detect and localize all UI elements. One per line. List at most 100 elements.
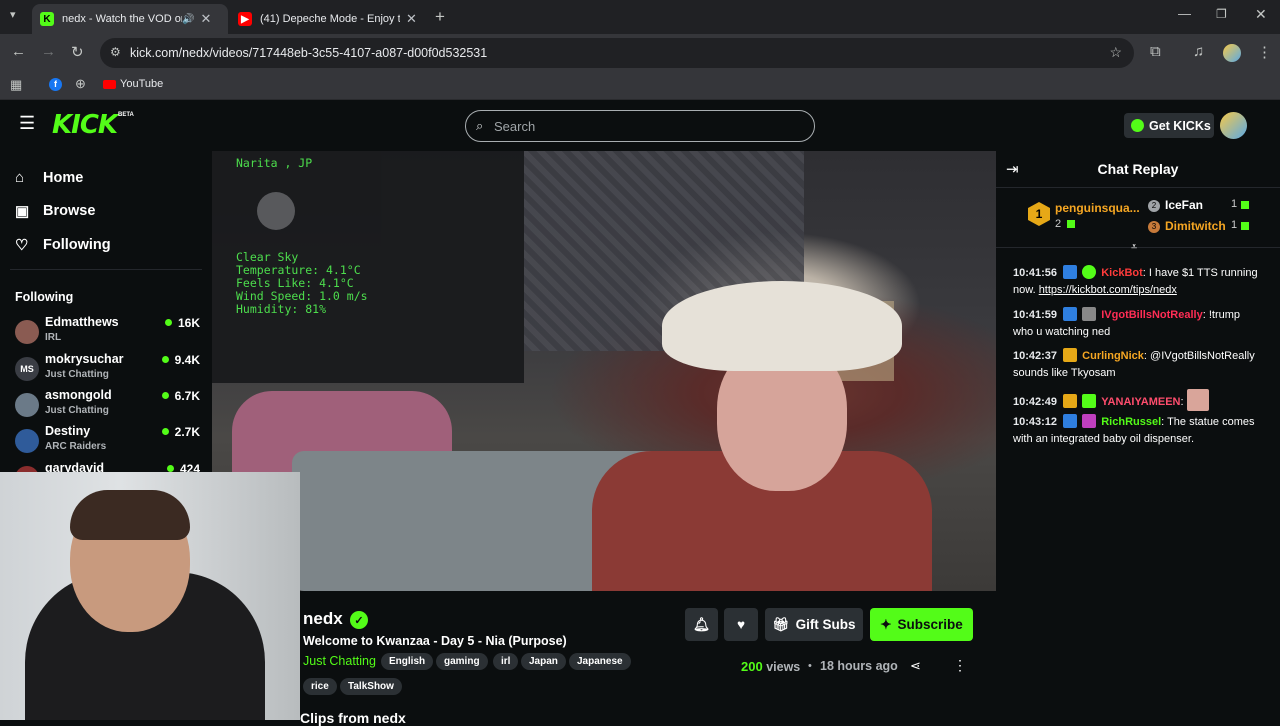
channel-avatar	[15, 393, 39, 417]
channel-name: mokrysuchar	[45, 352, 124, 366]
tab-search-icon[interactable]: ▾	[10, 8, 16, 21]
tab-title: (41) Depeche Mode - Enjoy the Silence	[260, 13, 400, 25]
viewer-count: 6.7K	[162, 389, 200, 403]
gift-badge-icon	[1082, 394, 1097, 408]
minimize-icon[interactable]: —	[1178, 6, 1191, 21]
message-user[interactable]: CurlingNick	[1082, 350, 1144, 362]
youtube-icon	[103, 79, 116, 89]
message-user[interactable]: RichRussel	[1101, 416, 1161, 428]
address-bar[interactable]: ⚙ kick.com/nedx/videos/717448eb-3c55-410…	[100, 38, 1134, 68]
chat-message: 10:42:37 CurlingNick: @IVgotBillsNotReal…	[1013, 348, 1255, 379]
user-avatar[interactable]	[1220, 112, 1247, 139]
facebook-icon[interactable]: f	[49, 78, 62, 91]
message-user[interactable]: YANAIYAMEEN	[1101, 396, 1180, 408]
tab-kick[interactable]: K nedx - Watch the VOD on Kick 🔊 ✕	[32, 4, 228, 34]
leader-name[interactable]: Dimitwitch	[1165, 219, 1226, 233]
speaker-icon[interactable]: 🔊	[182, 14, 194, 25]
profile-icon[interactable]	[1223, 44, 1241, 62]
subscribe-label: Subscribe	[897, 617, 963, 632]
nav-home[interactable]: ⌂ Home	[15, 169, 83, 186]
media-controls-icon[interactable]: ♫	[1193, 43, 1204, 60]
tag[interactable]: irl	[493, 653, 519, 670]
message-time: 10:43:12	[1013, 416, 1058, 428]
bookmark-star-icon[interactable]: ☆	[1109, 44, 1122, 61]
video-player[interactable]: Narita , JP Clear Sky Temperature: 4.1°C…	[212, 151, 996, 591]
get-kicks-button[interactable]: Get KICKs	[1124, 113, 1214, 138]
expand-leaderboard-icon[interactable]: ⩡	[1131, 241, 1137, 254]
following-section-title: Following	[15, 290, 74, 304]
nav-label: Following	[43, 237, 111, 253]
heart-icon: ♥	[736, 617, 745, 632]
close-window-icon[interactable]: ✕	[1255, 6, 1267, 23]
followed-channel[interactable]: MS mokrysuchar Just Chatting 9.4K	[15, 352, 202, 388]
menu-icon[interactable]: ⋮	[1257, 43, 1272, 61]
site-info-icon[interactable]: ⚙	[110, 45, 121, 59]
emote-icon	[1186, 389, 1209, 411]
leader-name[interactable]: penguinsqua...	[1055, 201, 1140, 215]
nav-browse[interactable]: ▣ Browse	[15, 202, 95, 220]
close-tab-icon[interactable]: ✕	[406, 11, 417, 27]
tag[interactable]: Japanese	[569, 653, 631, 670]
search-input[interactable]: ⌕ Search	[465, 110, 815, 142]
stream-title: Welcome to Kwanzaa - Day 5 - Nia (Purpos…	[303, 634, 567, 648]
chat-message: 10:41:56 KickBot: I have $1 TTS running …	[1013, 265, 1258, 296]
bell-icon: 🔔︎	[692, 616, 711, 632]
back-icon[interactable]: ←	[11, 43, 26, 60]
maximize-icon[interactable]: ❐	[1216, 7, 1227, 21]
new-tab-icon[interactable]: +	[435, 7, 445, 27]
tag[interactable]: TalkShow	[340, 678, 402, 695]
gift-subs-button[interactable]: 🎁︎ Gift Subs	[765, 608, 863, 641]
message-time: 10:41:56	[1013, 267, 1058, 279]
nav-following[interactable]: ♡ Following	[15, 236, 111, 254]
globe-icon[interactable]: ⊕	[75, 76, 86, 92]
home-icon: ⌂	[15, 169, 25, 186]
message-link[interactable]: https://kickbot.com/tips/nedx	[1039, 284, 1177, 296]
channel-category: IRL	[45, 332, 62, 343]
follow-heart-button[interactable]: ♥	[724, 608, 758, 641]
subscribe-button[interactable]: ✦ Subscribe	[870, 608, 973, 641]
chat-message: 10:43:12 RichRussel: The statue comes wi…	[1013, 414, 1255, 445]
youtube-bookmark[interactable]: YouTube	[103, 78, 163, 90]
apps-grid-icon[interactable]: ▦	[10, 77, 22, 93]
browse-icon: ▣	[15, 203, 30, 220]
kicks-coin-icon	[1131, 119, 1144, 132]
channel-name: Edmatthews	[45, 315, 119, 329]
facecam-overlay	[0, 472, 300, 720]
hamburger-menu-icon[interactable]: ☰	[19, 113, 35, 134]
more-options-icon[interactable]: ⋮	[953, 657, 967, 674]
followed-channel[interactable]: Destiny ARC Raiders 2.7K	[15, 424, 202, 460]
star-icon: ✦	[880, 616, 892, 632]
forward-icon[interactable]: →	[41, 43, 56, 60]
channel-name[interactable]: nedx	[303, 609, 343, 629]
gift-leaderboard: 1 penguinsqua... 2 2 IceFan 1 3 Dimitwit…	[996, 188, 1280, 248]
category-link[interactable]: Just Chatting	[303, 654, 376, 668]
moon-icon	[257, 192, 295, 230]
viewer-count: 16K	[165, 316, 200, 330]
tag[interactable]: gaming	[436, 653, 488, 670]
channel-avatar	[15, 320, 39, 344]
notification-bell-button[interactable]: 🔔︎	[685, 608, 718, 641]
weather-line: Clear Sky	[236, 250, 299, 264]
followed-channel[interactable]: Edmatthews IRL 16K	[15, 315, 202, 351]
share-icon[interactable]: ⋖	[910, 658, 921, 674]
message-user[interactable]: IVgotBillsNotReally	[1101, 309, 1202, 321]
channel-name: Destiny	[45, 424, 91, 438]
subscriber-badge-icon	[1063, 414, 1078, 428]
kick-logo[interactable]: KICK	[52, 110, 118, 140]
tag[interactable]: English	[381, 653, 434, 670]
followed-channel[interactable]: asmongold Just Chatting 6.7K	[15, 388, 202, 424]
reload-icon[interactable]: ↻	[71, 43, 84, 61]
user-badge-icon	[1082, 307, 1097, 321]
tab-youtube[interactable]: ▶ (41) Depeche Mode - Enjoy the Silence …	[230, 4, 426, 34]
message-user[interactable]: KickBot	[1101, 267, 1143, 279]
extensions-icon[interactable]: ⧉	[1150, 43, 1161, 60]
tag[interactable]: rice	[303, 678, 337, 695]
tag[interactable]: Japan	[521, 653, 566, 670]
views-label: views	[766, 660, 801, 674]
leader-name[interactable]: IceFan	[1165, 198, 1203, 212]
site-header: ☰ KICK BETA ⌕ Search Get KICKs	[0, 100, 1280, 151]
views-count: 200 views	[741, 659, 800, 674]
weather-location: Narita , JP	[236, 156, 313, 170]
close-tab-icon[interactable]: ✕	[200, 11, 211, 27]
facecam-hair	[70, 490, 190, 540]
